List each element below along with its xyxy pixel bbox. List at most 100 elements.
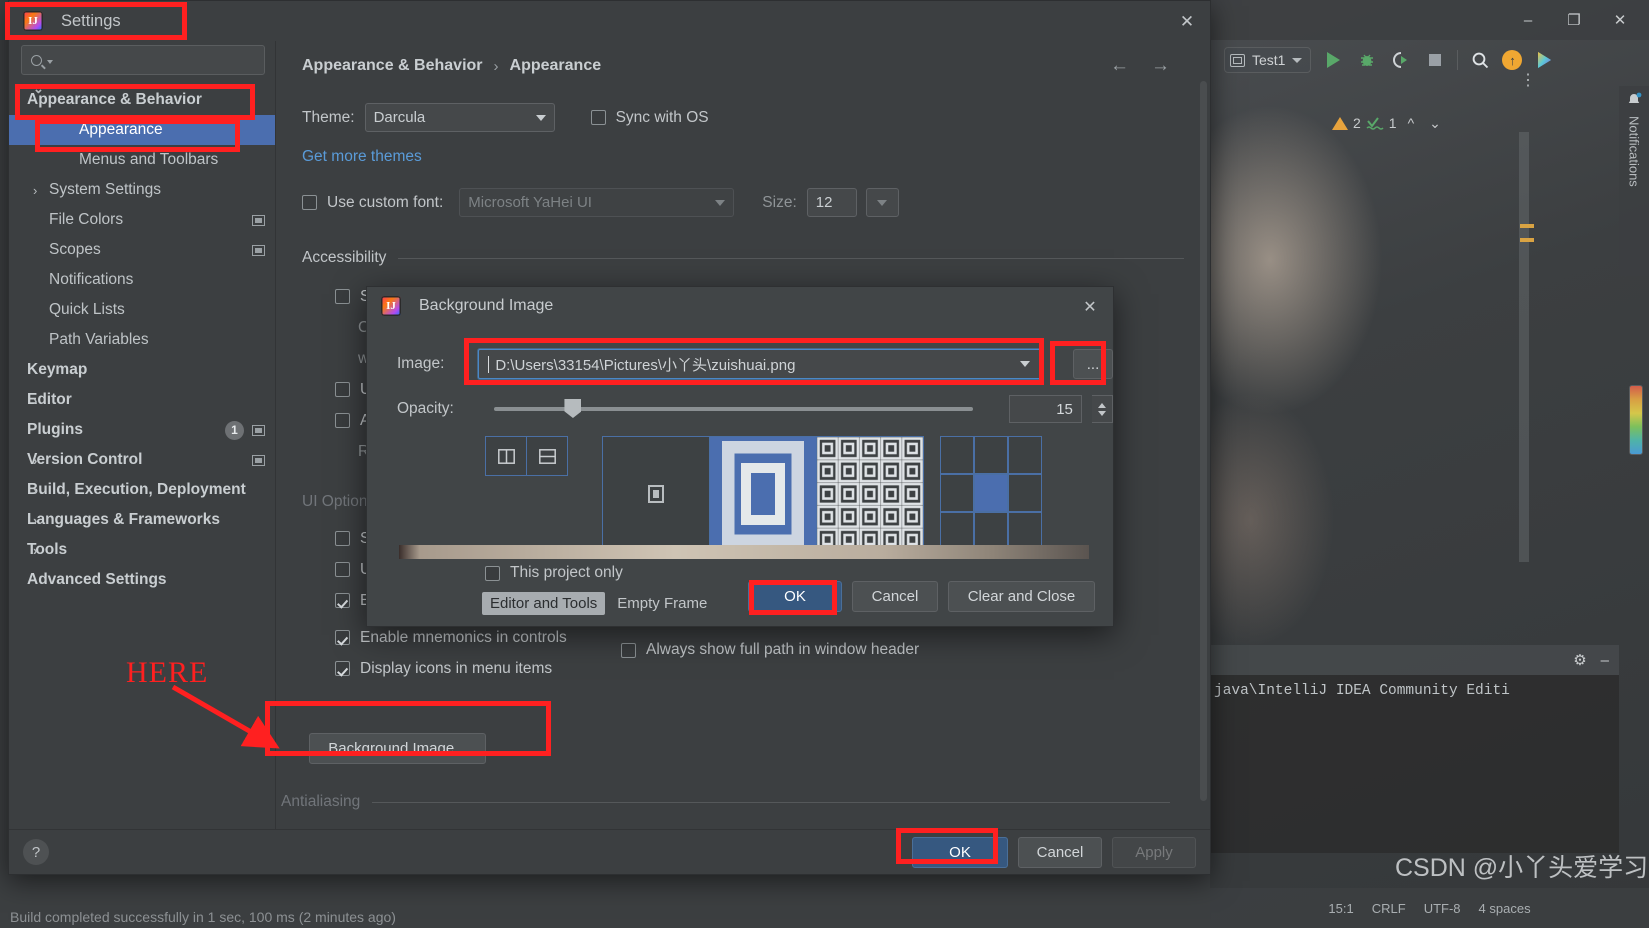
chevron-up-icon[interactable]: ^ xyxy=(1408,115,1415,131)
file-encoding[interactable]: UTF-8 xyxy=(1424,901,1461,916)
image-path-input[interactable]: D:\Users\33154\Pictures\小丫头\zuishuai.png xyxy=(478,349,1041,379)
anchor-cell-5[interactable] xyxy=(1008,474,1042,512)
update-project-icon[interactable]: ↑ xyxy=(1502,50,1522,70)
sidebar-item-editor[interactable]: ›Editor xyxy=(21,385,265,415)
chevron-down-icon[interactable] xyxy=(1020,361,1030,367)
font-size-dropdown[interactable] xyxy=(866,188,899,217)
sidebar-item-appearance[interactable]: Appearance xyxy=(9,115,275,145)
chevron-right-icon[interactable]: › xyxy=(33,183,37,198)
close-icon[interactable]: ✕ xyxy=(1079,296,1101,318)
theme-select[interactable]: Darcula xyxy=(365,103,555,132)
sidebar-item-notifications[interactable]: Notifications xyxy=(21,265,265,295)
inspection-widget[interactable]: 2 1 ^ ⌄ xyxy=(1332,110,1512,136)
chevron-right-icon[interactable]: › xyxy=(33,543,37,558)
option-checkbox[interactable] xyxy=(335,289,350,304)
notifications-tool-window-button[interactable]: Notifications xyxy=(1619,86,1649,276)
window-minimize-button[interactable]: – xyxy=(1505,4,1551,36)
sidebar-item-advanced-settings[interactable]: Advanced Settings xyxy=(21,565,265,595)
ai-assistant-icon[interactable] xyxy=(1532,48,1556,72)
settings-apply-button[interactable]: Apply xyxy=(1112,837,1196,868)
settings-scrollbar[interactable] xyxy=(1200,81,1207,801)
anchor-cell-4[interactable] xyxy=(974,474,1008,512)
bg-cancel-button[interactable]: Cancel xyxy=(852,581,938,612)
option-checkbox[interactable] xyxy=(335,382,350,397)
opacity-slider[interactable] xyxy=(494,407,973,411)
anchor-cell-3[interactable] xyxy=(940,474,974,512)
option-checkbox[interactable] xyxy=(335,661,350,676)
sidebar-item-system-settings[interactable]: ›System Settings xyxy=(21,175,265,205)
sidebar-item-build-execution-deployment[interactable]: ›Build, Execution, Deployment xyxy=(21,475,265,505)
line-separator[interactable]: CRLF xyxy=(1372,901,1406,916)
tile-fill-icon[interactable] xyxy=(816,436,924,552)
sidebar-item-languages-frameworks[interactable]: ›Languages & Frameworks xyxy=(21,505,265,535)
copy-settings-icon[interactable] xyxy=(252,455,265,466)
sidebar-item-version-control[interactable]: ›Version Control xyxy=(21,445,265,475)
browse-file-button[interactable]: ... xyxy=(1073,349,1113,379)
anchor-cell-2[interactable] xyxy=(1008,436,1042,474)
sidebar-item-menus-and-toolbars[interactable]: Menus and Toolbars xyxy=(21,145,265,175)
center-fill-icon[interactable] xyxy=(602,436,710,552)
window-maximize-button[interactable]: ❐ xyxy=(1551,4,1597,36)
settings-cancel-button[interactable]: Cancel xyxy=(1018,837,1102,868)
split-vertical-icon[interactable] xyxy=(485,436,527,476)
anchor-cell-1[interactable] xyxy=(974,436,1008,474)
run-icon[interactable] xyxy=(1321,48,1345,72)
editor-scrollbar[interactable] xyxy=(1519,132,1529,562)
sidebar-item-quick-lists[interactable]: Quick Lists xyxy=(21,295,265,325)
opacity-slider-thumb[interactable] xyxy=(564,399,581,418)
indent-setting[interactable]: 4 spaces xyxy=(1479,901,1531,916)
option-checkbox[interactable] xyxy=(335,413,350,428)
more-options-icon[interactable]: ⋮ xyxy=(1520,78,1536,84)
chevron-right-icon[interactable]: › xyxy=(33,513,37,528)
option-checkbox[interactable] xyxy=(335,593,350,608)
close-icon[interactable]: ✕ xyxy=(1174,9,1200,35)
sidebar-item-path-variables[interactable]: Path Variables xyxy=(21,325,265,355)
copy-settings-icon[interactable] xyxy=(252,425,265,436)
debug-icon[interactable] xyxy=(1355,48,1379,72)
chevron-right-icon[interactable]: › xyxy=(33,393,37,408)
option-checkbox[interactable] xyxy=(335,531,350,546)
chevron-down-icon[interactable]: ⌄ xyxy=(1429,115,1441,132)
breadcrumb-parent[interactable]: Appearance & Behavior xyxy=(302,57,483,75)
arrow-right-icon[interactable]: → xyxy=(1151,55,1170,77)
anchor-position-grid[interactable] xyxy=(940,436,1042,550)
stop-icon[interactable] xyxy=(1423,48,1447,72)
bg-ok-button[interactable]: OK xyxy=(748,581,842,612)
get-more-themes-link[interactable]: Get more themes xyxy=(302,148,1184,166)
copy-settings-icon[interactable] xyxy=(252,245,265,256)
arrow-left-icon[interactable]: ← xyxy=(1110,55,1129,77)
custom-font-select[interactable]: Microsoft YaHei UI xyxy=(459,188,734,217)
search-everywhere-icon[interactable] xyxy=(1468,48,1492,72)
sidebar-item-tools[interactable]: ›Tools xyxy=(21,535,265,565)
window-close-button[interactable]: ✕ xyxy=(1597,4,1643,36)
use-custom-font-checkbox[interactable] xyxy=(302,195,317,210)
search-input[interactable] xyxy=(21,45,265,75)
anchor-cell-0[interactable] xyxy=(940,436,974,474)
help-icon[interactable]: ? xyxy=(23,839,49,865)
this-project-only-checkbox[interactable] xyxy=(485,566,500,581)
chevron-right-icon[interactable]: › xyxy=(33,483,37,498)
option-checkbox[interactable] xyxy=(335,562,350,577)
spinner-down-icon[interactable] xyxy=(1098,411,1106,416)
font-size-input[interactable]: 12 xyxy=(807,188,857,217)
settings-ok-button[interactable]: OK xyxy=(912,837,1008,868)
run-with-coverage-icon[interactable] xyxy=(1389,48,1413,72)
background-image-button[interactable]: Background Image... xyxy=(309,733,486,764)
sidebar-item-keymap[interactable]: Keymap xyxy=(21,355,265,385)
scale-fill-icon[interactable] xyxy=(709,436,817,552)
chevron-down-icon[interactable]: ⌄ xyxy=(33,81,44,97)
spinner-up-icon[interactable] xyxy=(1098,403,1106,408)
opacity-spinner-buttons[interactable] xyxy=(1092,395,1113,423)
sync-with-os-checkbox[interactable] xyxy=(591,110,606,125)
always-show-full-path-checkbox[interactable] xyxy=(621,643,636,658)
option-checkbox[interactable] xyxy=(335,630,350,645)
caret-position[interactable]: 15:1 xyxy=(1328,901,1353,916)
sidebar-item-scopes[interactable]: Scopes xyxy=(21,235,265,265)
settings-gear-icon[interactable]: ⚙ xyxy=(1573,651,1586,669)
run-configuration-selector[interactable]: Test1 xyxy=(1224,47,1311,73)
minimize-panel-icon[interactable]: – xyxy=(1601,652,1609,669)
sidebar-item-plugins[interactable]: Plugins1 xyxy=(21,415,265,445)
sidebar-item-file-colors[interactable]: File Colors xyxy=(21,205,265,235)
sidebar-item-appearance-behavior[interactable]: ⌄Appearance & Behavior xyxy=(21,85,265,115)
chevron-right-icon[interactable]: › xyxy=(33,453,37,468)
